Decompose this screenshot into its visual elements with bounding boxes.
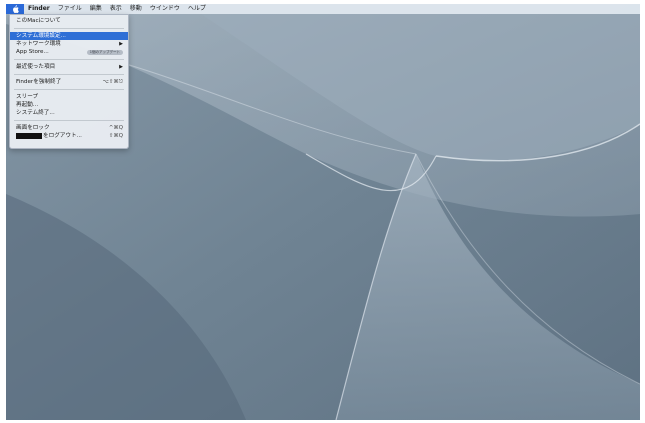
update-badge: 1個のアップデート — [86, 49, 123, 55]
menu-item-label: システム終了... — [16, 110, 55, 116]
menu-separator — [14, 89, 124, 90]
menu-edit[interactable]: 編集 — [86, 4, 106, 14]
menu-item-label: スリープ — [16, 94, 39, 100]
shortcut-label: ⌥⇧⌘⎋ — [102, 79, 123, 85]
menu-item-label: 画面をロック — [16, 125, 50, 131]
menu-finder[interactable]: Finder — [24, 4, 54, 14]
menu-item-label: このMacについて — [16, 18, 61, 24]
menu-item-about-this-mac[interactable]: このMacについて — [10, 17, 128, 25]
submenu-arrow-icon: ▶ — [119, 64, 123, 70]
desktop-screen: Finder ファイル 編集 表示 移動 ウインドウ ヘルプ このMacについて… — [6, 4, 640, 420]
menu-item-label: App Store... — [16, 49, 49, 55]
apple-logo-icon[interactable] — [6, 4, 24, 14]
shortcut-label: ⇧⌘Q — [108, 133, 123, 139]
menu-item-label: ネットワーク環境 — [16, 41, 61, 47]
menu-item-force-quit[interactable]: Finderを強制終了 ⌥⇧⌘⎋ — [10, 78, 128, 86]
log-out-label-group: をログアウト... — [16, 132, 82, 140]
menu-item-label: Finderを強制終了 — [16, 79, 62, 85]
menu-item-sleep[interactable]: スリープ — [10, 93, 128, 101]
menu-item-label: をログアウト... — [43, 133, 82, 139]
menu-item-recent-items[interactable]: 最近使った項目 ▶ — [10, 63, 128, 71]
menu-view[interactable]: 表示 — [106, 4, 126, 14]
menu-item-lock-screen[interactable]: 画面をロック ^⌘Q — [10, 124, 128, 132]
menu-item-system-preferences[interactable]: システム環境設定... — [10, 32, 128, 40]
menu-item-restart[interactable]: 再起動... — [10, 101, 128, 109]
menu-item-label: システム環境設定... — [16, 33, 66, 39]
menu-item-log-out[interactable]: をログアウト... ⇧⌘Q — [10, 132, 128, 140]
menu-item-shutdown[interactable]: システム終了... — [10, 109, 128, 117]
menu-help[interactable]: ヘルプ — [184, 4, 210, 14]
menu-item-network-location[interactable]: ネットワーク環境 ▶ — [10, 40, 128, 48]
redacted-username — [16, 132, 42, 139]
shortcut-label: ^⌘Q — [108, 125, 123, 131]
menu-item-app-store[interactable]: App Store... 1個のアップデート — [10, 48, 128, 56]
apple-menu-dropdown: このMacについて システム環境設定... ネットワーク環境 ▶ App Sto… — [9, 14, 129, 149]
menu-bar: Finder ファイル 編集 表示 移動 ウインドウ ヘルプ — [6, 4, 640, 14]
menu-go[interactable]: 移動 — [126, 4, 146, 14]
menu-separator — [14, 74, 124, 75]
menu-separator — [14, 28, 124, 29]
menu-window[interactable]: ウインドウ — [146, 4, 184, 14]
submenu-arrow-icon: ▶ — [119, 41, 123, 47]
menu-item-label: 最近使った項目 — [16, 64, 56, 70]
menu-separator — [14, 59, 124, 60]
menu-item-label: 再起動... — [16, 102, 39, 108]
menu-separator — [14, 120, 124, 121]
menu-file[interactable]: ファイル — [54, 4, 86, 14]
